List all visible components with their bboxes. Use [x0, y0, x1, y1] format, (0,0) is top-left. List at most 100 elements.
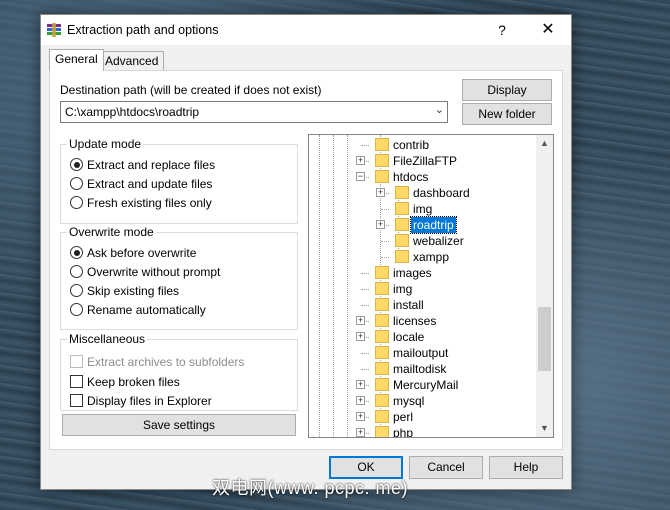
help-icon[interactable]: ?	[479, 15, 525, 45]
checkbox-keep-broken[interactable]: Keep broken files	[70, 374, 180, 390]
watermark: 双电网(www. pcpc. me)	[212, 478, 409, 498]
extraction-dialog: Extraction path and options ? ✕ General …	[40, 14, 572, 490]
folder-icon	[395, 218, 409, 231]
tree-item-filezillaftp[interactable]: + FileZillaFTP	[309, 153, 536, 169]
tree-item-webalizer[interactable]: webalizer	[309, 233, 536, 249]
tree-guide-line	[361, 145, 369, 146]
expand-plus-icon[interactable]: +	[376, 220, 385, 229]
tree-item-htdocs[interactable]: − htdocs	[309, 169, 536, 185]
tree-item-licenses[interactable]: + licenses	[309, 313, 536, 329]
tree-guide-line	[361, 305, 369, 306]
folder-icon	[375, 426, 389, 437]
tree-item-label: img	[393, 282, 413, 296]
tree-item-mailoutput[interactable]: mailoutput	[309, 345, 536, 361]
help-button[interactable]: Help	[489, 456, 563, 479]
save-settings-button[interactable]: Save settings	[62, 414, 296, 436]
cancel-button[interactable]: Cancel	[409, 456, 483, 479]
expand-plus-icon[interactable]: +	[356, 156, 365, 165]
folder-icon	[375, 362, 389, 375]
tree-item-xampp[interactable]: xampp	[309, 249, 536, 265]
folder-icon	[395, 234, 409, 247]
expand-plus-icon[interactable]: +	[356, 332, 365, 341]
expand-plus-icon[interactable]: +	[356, 428, 365, 437]
radio-icon[interactable]	[70, 177, 83, 190]
miscellaneous-group: Miscellaneous Extract archives to subfol…	[60, 332, 298, 411]
collapse-minus-icon[interactable]: −	[356, 172, 365, 181]
tree-item-contrib[interactable]: contrib	[309, 137, 536, 153]
tree-item-img[interactable]: img	[309, 281, 536, 297]
tree-guide-line	[381, 241, 389, 242]
tree-item-locale[interactable]: + locale	[309, 329, 536, 345]
overwrite-mode-title: Overwrite mode	[67, 225, 156, 239]
expand-plus-icon[interactable]: +	[356, 396, 365, 405]
tree-item-install[interactable]: install	[309, 297, 536, 313]
folder-icon	[375, 266, 389, 279]
checkbox-icon[interactable]	[70, 394, 83, 407]
tree-item-label: mysql	[393, 394, 425, 408]
tree-item-label: mailtodisk	[393, 362, 447, 376]
checkbox-display-explorer[interactable]: Display files in Explorer	[70, 393, 212, 409]
radio-extract-replace[interactable]: Extract and replace files	[70, 157, 215, 173]
miscellaneous-title: Miscellaneous	[67, 332, 148, 346]
tree-item-mailtodisk[interactable]: mailtodisk	[309, 361, 536, 377]
tree-item-label: mailoutput	[393, 346, 449, 360]
tree-item-img[interactable]: img	[309, 201, 536, 217]
tree-scrollbar[interactable]: ▲ ▼	[536, 135, 553, 437]
tree-item-label: perl	[393, 410, 414, 424]
tree-item-label: roadtrip	[410, 216, 457, 234]
radio-icon[interactable]	[70, 303, 83, 316]
radio-skip-existing[interactable]: Skip existing files	[70, 283, 179, 299]
overwrite-mode-group: Overwrite mode Ask before overwrite Over…	[60, 225, 298, 330]
tree-item-php[interactable]: + php	[309, 425, 536, 437]
radio-icon[interactable]	[70, 265, 83, 278]
radio-selected-icon[interactable]	[70, 158, 83, 171]
tree-guide-line	[361, 289, 369, 290]
tree-item-dashboard[interactable]: + dashboard	[309, 185, 536, 201]
tree-item-roadtrip[interactable]: + roadtrip	[309, 216, 536, 234]
radio-icon[interactable]	[70, 284, 83, 297]
radio-overwrite-without[interactable]: Overwrite without prompt	[70, 264, 220, 280]
display-button[interactable]: Display	[462, 79, 552, 101]
expand-plus-icon[interactable]: +	[376, 188, 385, 197]
tab-advanced[interactable]: Advanced	[99, 51, 165, 70]
tree-item-mysql[interactable]: + mysql	[309, 393, 536, 409]
scroll-thumb[interactable]	[538, 307, 551, 371]
folder-tree[interactable]: contrib + FileZillaFTP − htdocs + dashboard img…	[308, 134, 554, 438]
tree-item-label: MercuryMail	[393, 378, 459, 392]
checkbox-extract-subfolders: Extract archives to subfolders	[70, 354, 244, 370]
checkbox-icon[interactable]	[70, 375, 83, 388]
tree-item-label: htdocs	[393, 170, 429, 184]
tree-item-label: locale	[393, 330, 425, 344]
radio-extract-update[interactable]: Extract and update files	[70, 176, 212, 192]
tree-item-label: img	[413, 202, 433, 216]
radio-rename-auto[interactable]: Rename automatically	[70, 302, 206, 318]
tree-item-label: dashboard	[413, 186, 470, 200]
expand-plus-icon[interactable]: +	[356, 412, 365, 421]
radio-fresh-existing[interactable]: Fresh existing files only	[70, 195, 212, 211]
chevron-down-icon[interactable]: ⌄	[435, 103, 444, 116]
new-folder-button[interactable]: New folder	[462, 103, 552, 125]
tree-item-label: webalizer	[413, 234, 464, 248]
tree-item-perl[interactable]: + perl	[309, 409, 536, 425]
folder-icon	[375, 282, 389, 295]
tree-item-mercurymail[interactable]: + MercuryMail	[309, 377, 536, 393]
tree-item-label: FileZillaFTP	[393, 154, 458, 168]
title-bar[interactable]: Extraction path and options ? ✕	[41, 15, 571, 45]
scroll-down-icon[interactable]: ▼	[536, 420, 553, 437]
tab-general[interactable]: General	[49, 49, 104, 71]
expand-plus-icon[interactable]: +	[356, 380, 365, 389]
tree-item-images[interactable]: images	[309, 265, 536, 281]
tree-item-label: images	[393, 266, 432, 280]
destination-path-combobox[interactable]: C:\xampp\htdocs\roadtrip ⌄	[60, 101, 448, 123]
close-icon[interactable]: ✕	[525, 15, 571, 45]
radio-ask-before[interactable]: Ask before overwrite	[70, 245, 196, 261]
folder-icon	[375, 298, 389, 311]
folder-icon	[395, 250, 409, 263]
scroll-up-icon[interactable]: ▲	[536, 135, 553, 152]
folder-icon	[375, 346, 389, 359]
expand-plus-icon[interactable]: +	[356, 316, 365, 325]
folder-icon	[395, 202, 409, 215]
folder-icon	[375, 378, 389, 391]
radio-icon[interactable]	[70, 196, 83, 209]
radio-selected-icon[interactable]	[70, 246, 83, 259]
